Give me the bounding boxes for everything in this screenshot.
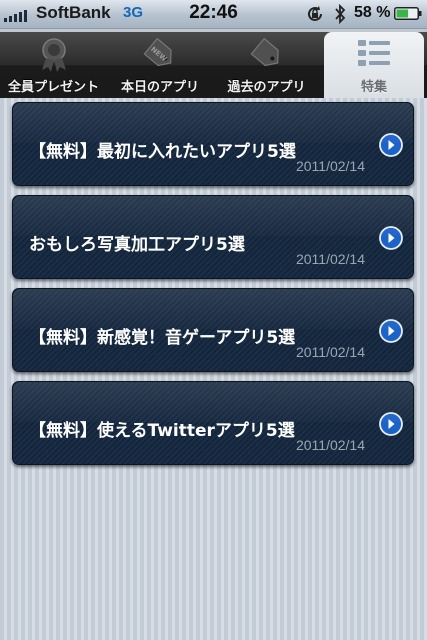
- tab-label: 全員プレゼント: [7, 80, 99, 95]
- tab-today-apps[interactable]: NEW 本日のアプリ: [107, 32, 213, 98]
- disclosure-arrow-icon[interactable]: [379, 133, 403, 157]
- tag-icon: [250, 37, 279, 67]
- list-item[interactable]: 【無料】新感覚！音ゲーアプリ5選 2011/02/14: [12, 288, 414, 372]
- disclosure-arrow-icon[interactable]: [379, 226, 403, 250]
- feature-date: 2011/02/14: [295, 251, 365, 267]
- status-bar: SoftBank 3G 22:46 58 %: [0, 0, 427, 29]
- ribbon-award-icon: [41, 38, 66, 72]
- list-item[interactable]: 【無料】最初に入れたいアプリ5選 2011/02/14: [12, 102, 414, 186]
- bluetooth-icon: [335, 3, 346, 25]
- tab-features[interactable]: 特集: [324, 32, 424, 98]
- tab-all-present[interactable]: 全員プレゼント: [0, 32, 107, 98]
- battery-icon: [394, 7, 422, 20]
- tab-label: 本日のアプリ: [120, 80, 199, 95]
- battery-percent: 58 %: [354, 4, 391, 21]
- tab-bar: 全員プレゼント NEW 本日のアプリ 過去のアプリ 特集: [0, 29, 427, 98]
- tab-past-apps[interactable]: 過去のアプリ: [213, 32, 320, 98]
- disclosure-arrow-icon[interactable]: [379, 412, 403, 436]
- disclosure-arrow-icon[interactable]: [379, 319, 403, 343]
- feature-date: 2011/02/14: [295, 437, 365, 453]
- list-icon: [358, 40, 390, 66]
- feature-date: 2011/02/14: [295, 344, 365, 360]
- list-item[interactable]: おもしろ写真加工アプリ5選 2011/02/14: [12, 195, 414, 279]
- list-item[interactable]: 【無料】使えるTwitterアプリ5選 2011/02/14: [12, 381, 414, 465]
- feature-date: 2011/02/14: [295, 158, 365, 174]
- rotation-lock-icon: [308, 6, 322, 21]
- tab-label: 過去のアプリ: [227, 80, 306, 95]
- new-tag-icon: NEW: [143, 37, 172, 67]
- tab-label: 特集: [360, 80, 387, 95]
